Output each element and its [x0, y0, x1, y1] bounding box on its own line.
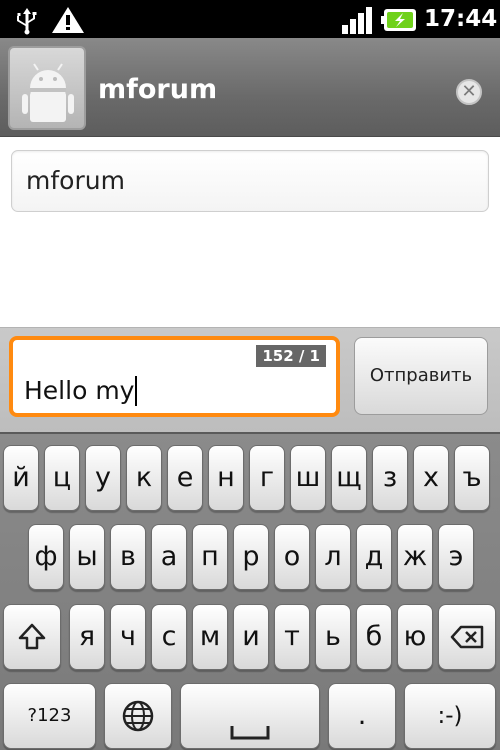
key[interactable]: ъ	[454, 445, 490, 511]
key[interactable]: н	[208, 445, 244, 511]
recipient-value: mforum	[26, 166, 125, 195]
key[interactable]: ф	[28, 524, 64, 590]
char-counter: 152 / 1	[256, 345, 326, 367]
shift-icon	[18, 623, 46, 650]
key[interactable]: с	[151, 604, 187, 670]
send-button[interactable]: Отправить	[354, 337, 488, 415]
key[interactable]: э	[438, 524, 474, 590]
signal-icon	[342, 7, 372, 34]
message-value: Hello my	[24, 376, 135, 405]
key[interactable]: я	[69, 604, 105, 670]
key[interactable]: ч	[110, 604, 146, 670]
key[interactable]: в	[110, 524, 146, 590]
period-key[interactable]: .	[328, 683, 396, 749]
keyboard: й ц у к е н г ш щ з х ъ ф ы в а п р о л …	[0, 432, 500, 750]
key[interactable]: т	[274, 604, 310, 670]
text-cursor	[135, 376, 138, 406]
symbols-key[interactable]: ?123	[3, 683, 96, 749]
key[interactable]: и	[233, 604, 269, 670]
key[interactable]: б	[356, 604, 392, 670]
key[interactable]: й	[3, 445, 39, 511]
backspace-icon	[450, 625, 484, 649]
key[interactable]: п	[192, 524, 228, 590]
key[interactable]: з	[372, 445, 408, 511]
key[interactable]: к	[126, 445, 162, 511]
key[interactable]: щ	[331, 445, 367, 511]
key[interactable]: ж	[397, 524, 433, 590]
battery-charging-icon	[381, 9, 416, 31]
message-area: mforum	[0, 137, 500, 327]
message-text: Hello my	[24, 376, 138, 406]
close-button[interactable]: ✕	[456, 79, 482, 105]
backspace-key[interactable]	[438, 604, 496, 670]
status-bar: 17:44	[0, 0, 500, 38]
status-time: 17:44	[424, 6, 498, 32]
smiley-key[interactable]: :-)	[404, 683, 496, 749]
key[interactable]: о	[274, 524, 310, 590]
language-key[interactable]	[104, 683, 172, 749]
usb-icon	[17, 8, 37, 35]
key[interactable]: у	[85, 445, 121, 511]
key[interactable]: ш	[290, 445, 326, 511]
key[interactable]: р	[233, 524, 269, 590]
key[interactable]: ь	[315, 604, 351, 670]
key[interactable]: а	[151, 524, 187, 590]
key[interactable]: е	[167, 445, 203, 511]
space-key[interactable]	[180, 683, 320, 749]
key[interactable]: л	[315, 524, 351, 590]
shift-key[interactable]	[3, 604, 61, 670]
key[interactable]: х	[413, 445, 449, 511]
key[interactable]: ы	[69, 524, 105, 590]
recipient-field[interactable]: mforum	[11, 150, 489, 212]
compose-panel: 152 / 1 Hello my Отправить	[0, 327, 500, 432]
avatar[interactable]	[8, 46, 86, 130]
warning-icon	[52, 7, 84, 33]
close-icon: ✕	[461, 81, 477, 102]
globe-icon	[122, 700, 154, 732]
contact-name: mforum	[98, 74, 218, 105]
space-icon	[230, 726, 270, 740]
send-label: Отправить	[369, 365, 473, 386]
key[interactable]: ю	[397, 604, 433, 670]
key[interactable]: г	[249, 445, 285, 511]
key[interactable]: д	[356, 524, 392, 590]
key[interactable]: м	[192, 604, 228, 670]
conversation-header: mforum ✕	[0, 38, 500, 137]
message-input[interactable]: 152 / 1 Hello my	[9, 336, 340, 417]
key[interactable]: ц	[44, 445, 80, 511]
android-icon	[22, 63, 74, 122]
